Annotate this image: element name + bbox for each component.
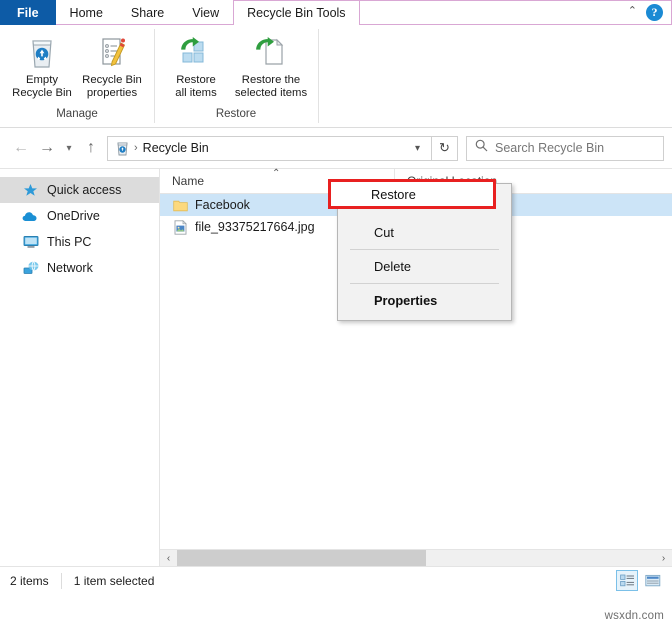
tab-view[interactable]: View	[178, 0, 233, 25]
breadcrumb-path[interactable]: Recycle Bin	[143, 141, 408, 155]
forward-arrow-icon[interactable]: →	[34, 135, 60, 161]
file-explorer-window: File Home Share View Recycle Bin Tools ⌃…	[0, 0, 672, 623]
context-menu-item-properties[interactable]: Properties	[338, 285, 511, 316]
ribbon-tabbar: File Home Share View Recycle Bin Tools ⌃…	[0, 0, 672, 25]
details-view-button[interactable]	[616, 570, 638, 591]
tab-file[interactable]: File	[0, 0, 56, 25]
recent-locations-chevron-icon[interactable]: ▾	[60, 135, 78, 161]
file-list-pane: Name ⌃ Original Location Facebook \Desk	[160, 167, 672, 567]
file-name-label: Facebook	[195, 198, 250, 212]
recycle-bin-properties-button[interactable]: Recycle Bin properties	[78, 31, 146, 101]
main-content: Quick access OneDrive This PC Network Na…	[0, 167, 672, 567]
restore-all-items-button[interactable]: Restore all items	[162, 31, 230, 101]
recycle-bin-properties-label: Recycle Bin properties	[82, 74, 142, 99]
large-icons-view-button[interactable]	[642, 570, 664, 591]
collapse-ribbon-icon[interactable]: ⌃	[628, 6, 637, 19]
scroll-left-icon[interactable]: ‹	[160, 550, 177, 567]
selection-count-label: 1 item selected	[73, 573, 155, 588]
empty-recycle-bin-icon	[26, 33, 58, 71]
column-header-name-label: Name	[172, 174, 205, 188]
address-dropdown-icon[interactable]: ▾	[408, 143, 427, 154]
status-bar: 2 items 1 item selected	[0, 566, 672, 594]
sidebar-item-quick-access[interactable]: Quick access	[0, 177, 159, 203]
ribbon-empty-area	[318, 25, 672, 127]
sidebar-item-network[interactable]: Network	[0, 255, 159, 281]
tabbar-filler: ⌃ ?	[359, 0, 672, 24]
restore-all-items-icon	[178, 33, 214, 71]
horizontal-scrollbar[interactable]: ‹ ›	[160, 549, 672, 567]
recycle-bin-properties-line1: Recycle Bin	[82, 74, 142, 86]
restore-all-items-line1: Restore	[176, 74, 216, 86]
restore-selected-items-line1: Restore the	[241, 74, 301, 86]
search-box[interactable]: Search Recycle Bin	[466, 135, 664, 161]
watermark: wsxdn.com	[604, 610, 664, 622]
search-input[interactable]: Search Recycle Bin	[495, 141, 604, 155]
restore-selected-items-button[interactable]: Restore the selected items	[232, 31, 310, 101]
sort-ascending-icon: ⌃	[272, 167, 281, 179]
recycle-bin-properties-icon	[96, 33, 128, 71]
empty-recycle-bin-line2: Recycle Bin	[12, 86, 72, 99]
ribbon-group-manage-label: Manage	[56, 108, 98, 120]
restore-selected-items-line2: selected items	[234, 86, 308, 99]
ribbon-group-restore-items: Restore all items Restore the selected i…	[154, 25, 318, 108]
restore-all-items-line2: all items	[175, 86, 217, 99]
context-menu-separator	[350, 283, 499, 284]
ribbon-panel: Empty Recycle Bin Recycle Bin properties…	[0, 25, 672, 128]
tab-recycle-bin-tools[interactable]: Recycle Bin Tools	[233, 0, 360, 25]
file-name-label: file_93375217664.jpg	[195, 220, 315, 234]
network-icon	[22, 260, 39, 277]
back-arrow-icon[interactable]: ←	[8, 135, 34, 161]
search-icon	[475, 139, 488, 157]
image-file-icon	[172, 219, 188, 235]
item-count-label: 2 items	[10, 573, 49, 588]
context-menu-separator	[350, 249, 499, 250]
ribbon-group-restore-label: Restore	[215, 108, 257, 120]
empty-recycle-bin-label: Empty Recycle Bin	[12, 74, 72, 99]
context-menu-item-delete[interactable]: Delete	[338, 251, 511, 282]
recycle-bin-icon	[113, 140, 131, 156]
restore-selected-items-label: Restore the selected items	[235, 74, 307, 99]
restore-highlight-annotation: Restore	[328, 179, 496, 209]
scrollbar-thumb[interactable]	[177, 549, 426, 567]
monitor-icon	[22, 234, 39, 251]
ribbon-group-manage-items: Empty Recycle Bin Recycle Bin properties	[0, 25, 154, 108]
restore-selected-items-icon	[253, 33, 289, 71]
scroll-right-icon[interactable]: ›	[655, 550, 672, 567]
help-icon[interactable]: ?	[646, 4, 663, 21]
sidebar-item-label: This PC	[47, 235, 92, 249]
empty-recycle-bin-line1: Empty	[25, 74, 58, 86]
ribbon-group-restore: Restore all items Restore the selected i…	[154, 25, 318, 127]
sidebar-item-onedrive[interactable]: OneDrive	[0, 203, 159, 229]
view-mode-buttons	[616, 570, 664, 591]
address-bar: ← → ▾ ↑ › Recycle Bin ▾ ↻ Search Recycle…	[0, 128, 672, 168]
recycle-bin-properties-line2: properties	[86, 86, 138, 99]
sidebar-item-this-pc[interactable]: This PC	[0, 229, 159, 255]
tab-home[interactable]: Home	[56, 0, 117, 25]
sidebar-item-label: Quick access	[47, 183, 122, 197]
context-menu-item-cut[interactable]: Cut	[338, 217, 511, 248]
restore-all-items-label: Restore all items	[175, 74, 216, 99]
address-input[interactable]: › Recycle Bin ▾	[107, 135, 432, 161]
ribbon-group-manage: Empty Recycle Bin Recycle Bin properties…	[0, 25, 154, 127]
empty-recycle-bin-button[interactable]: Empty Recycle Bin	[8, 31, 76, 101]
folder-icon	[172, 197, 188, 213]
tab-share[interactable]: Share	[117, 0, 178, 25]
breadcrumb-separator: ›	[134, 142, 138, 154]
navigation-pane: Quick access OneDrive This PC Network	[0, 169, 160, 566]
status-divider	[60, 572, 62, 589]
context-menu-item-restore-highlighted[interactable]: Restore	[331, 182, 493, 206]
scrollbar-track[interactable]	[177, 549, 655, 567]
star-icon	[22, 182, 39, 199]
cloud-icon	[22, 208, 39, 225]
refresh-button[interactable]: ↻	[432, 135, 458, 161]
sidebar-item-label: Network	[47, 261, 93, 275]
up-arrow-icon[interactable]: ↑	[78, 135, 104, 161]
sidebar-item-label: OneDrive	[47, 209, 100, 223]
